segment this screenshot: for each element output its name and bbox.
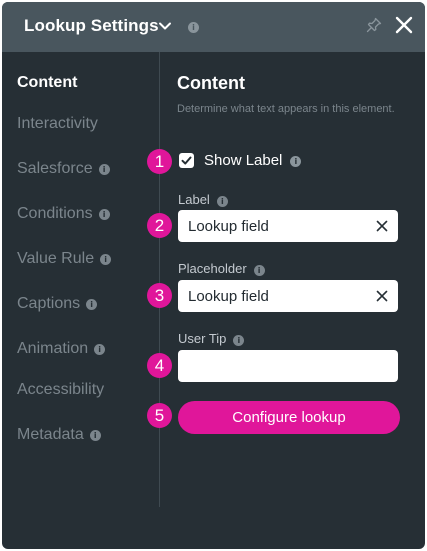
sidebar-item-interactivity[interactable]: Interactivity bbox=[17, 115, 98, 133]
sidebar-item-label: Salesforce bbox=[17, 160, 93, 177]
show-label-checkbox[interactable] bbox=[179, 153, 194, 168]
placeholder-field-caption: Placeholder bbox=[178, 261, 247, 276]
step-marker-4: 4 bbox=[147, 353, 172, 378]
content-title: Content bbox=[177, 73, 245, 93]
step-marker-1: 1 bbox=[147, 149, 172, 174]
sidebar-divider bbox=[159, 52, 160, 507]
sidebar-item-animation[interactable]: Animation i bbox=[17, 340, 106, 358]
clear-icon[interactable] bbox=[376, 220, 388, 232]
chevron-down-icon[interactable] bbox=[158, 19, 172, 33]
sidebar-item-label: Conditions bbox=[17, 205, 93, 222]
lookup-settings-panel: Lookup Settings i Content Interactivity … bbox=[2, 2, 425, 549]
info-icon[interactable]: i bbox=[290, 156, 302, 167]
info-icon[interactable]: i bbox=[188, 22, 199, 33]
step-marker-5: 5 bbox=[147, 403, 172, 428]
sidebar-item-label: Accessibility bbox=[17, 381, 105, 398]
sidebar-item-value-rule[interactable]: Value Rule i bbox=[17, 250, 112, 268]
info-icon[interactable]: i bbox=[100, 254, 112, 265]
info-icon[interactable]: i bbox=[216, 196, 228, 207]
info-icon[interactable]: i bbox=[94, 344, 106, 355]
sidebar-item-captions[interactable]: Captions i bbox=[17, 295, 98, 313]
user-tip-field-caption: User Tip bbox=[178, 331, 227, 346]
sidebar-item-label: Captions bbox=[17, 295, 81, 312]
configure-lookup-button[interactable]: Configure lookup bbox=[178, 401, 400, 434]
label-field-caption: Label bbox=[178, 192, 210, 207]
info-icon[interactable]: i bbox=[98, 164, 110, 175]
info-icon[interactable]: i bbox=[98, 209, 110, 220]
sidebar-item-label: Interactivity bbox=[17, 115, 98, 132]
placeholder-input[interactable]: Lookup field bbox=[178, 280, 398, 312]
placeholder-input-value: Lookup field bbox=[188, 288, 269, 305]
sidebar-item-conditions[interactable]: Conditions i bbox=[17, 205, 110, 223]
step-marker-3: 3 bbox=[147, 283, 172, 308]
show-label-label: Show Label bbox=[204, 152, 283, 169]
sidebar-item-label: Content bbox=[17, 74, 78, 91]
sidebar-item-metadata[interactable]: Metadata i bbox=[17, 426, 101, 444]
sidebar-item-label: Value Rule bbox=[17, 250, 95, 267]
info-icon[interactable]: i bbox=[86, 299, 98, 310]
label-input-value: Lookup field bbox=[188, 218, 269, 235]
sidebar-item-label: Metadata bbox=[17, 426, 84, 443]
info-icon[interactable]: i bbox=[89, 430, 101, 441]
info-icon[interactable]: i bbox=[233, 335, 245, 346]
panel-header: Lookup Settings i bbox=[2, 2, 425, 52]
step-marker-2: 2 bbox=[147, 213, 172, 238]
sidebar-item-label: Animation bbox=[17, 340, 89, 357]
content-description: Determine what text appears in this elem… bbox=[177, 103, 395, 115]
clear-icon[interactable] bbox=[376, 290, 388, 302]
sidebar-item-content[interactable]: Content bbox=[17, 74, 77, 92]
sidebar-item-accessibility[interactable]: Accessibility bbox=[17, 381, 104, 399]
user-tip-field-label: User Tip i bbox=[178, 331, 245, 346]
close-icon[interactable] bbox=[394, 15, 414, 35]
checkmark-icon bbox=[181, 156, 192, 165]
panel-title[interactable]: Lookup Settings bbox=[24, 16, 159, 36]
pin-icon[interactable] bbox=[366, 17, 382, 33]
placeholder-field-label: Placeholder i bbox=[178, 261, 265, 276]
show-label-text[interactable]: Show Label i bbox=[204, 152, 302, 169]
label-input[interactable]: Lookup field bbox=[178, 210, 398, 242]
user-tip-input[interactable] bbox=[178, 350, 398, 382]
label-field-label: Label i bbox=[178, 192, 228, 207]
info-icon[interactable]: i bbox=[253, 265, 265, 276]
sidebar-item-salesforce[interactable]: Salesforce i bbox=[17, 160, 110, 178]
